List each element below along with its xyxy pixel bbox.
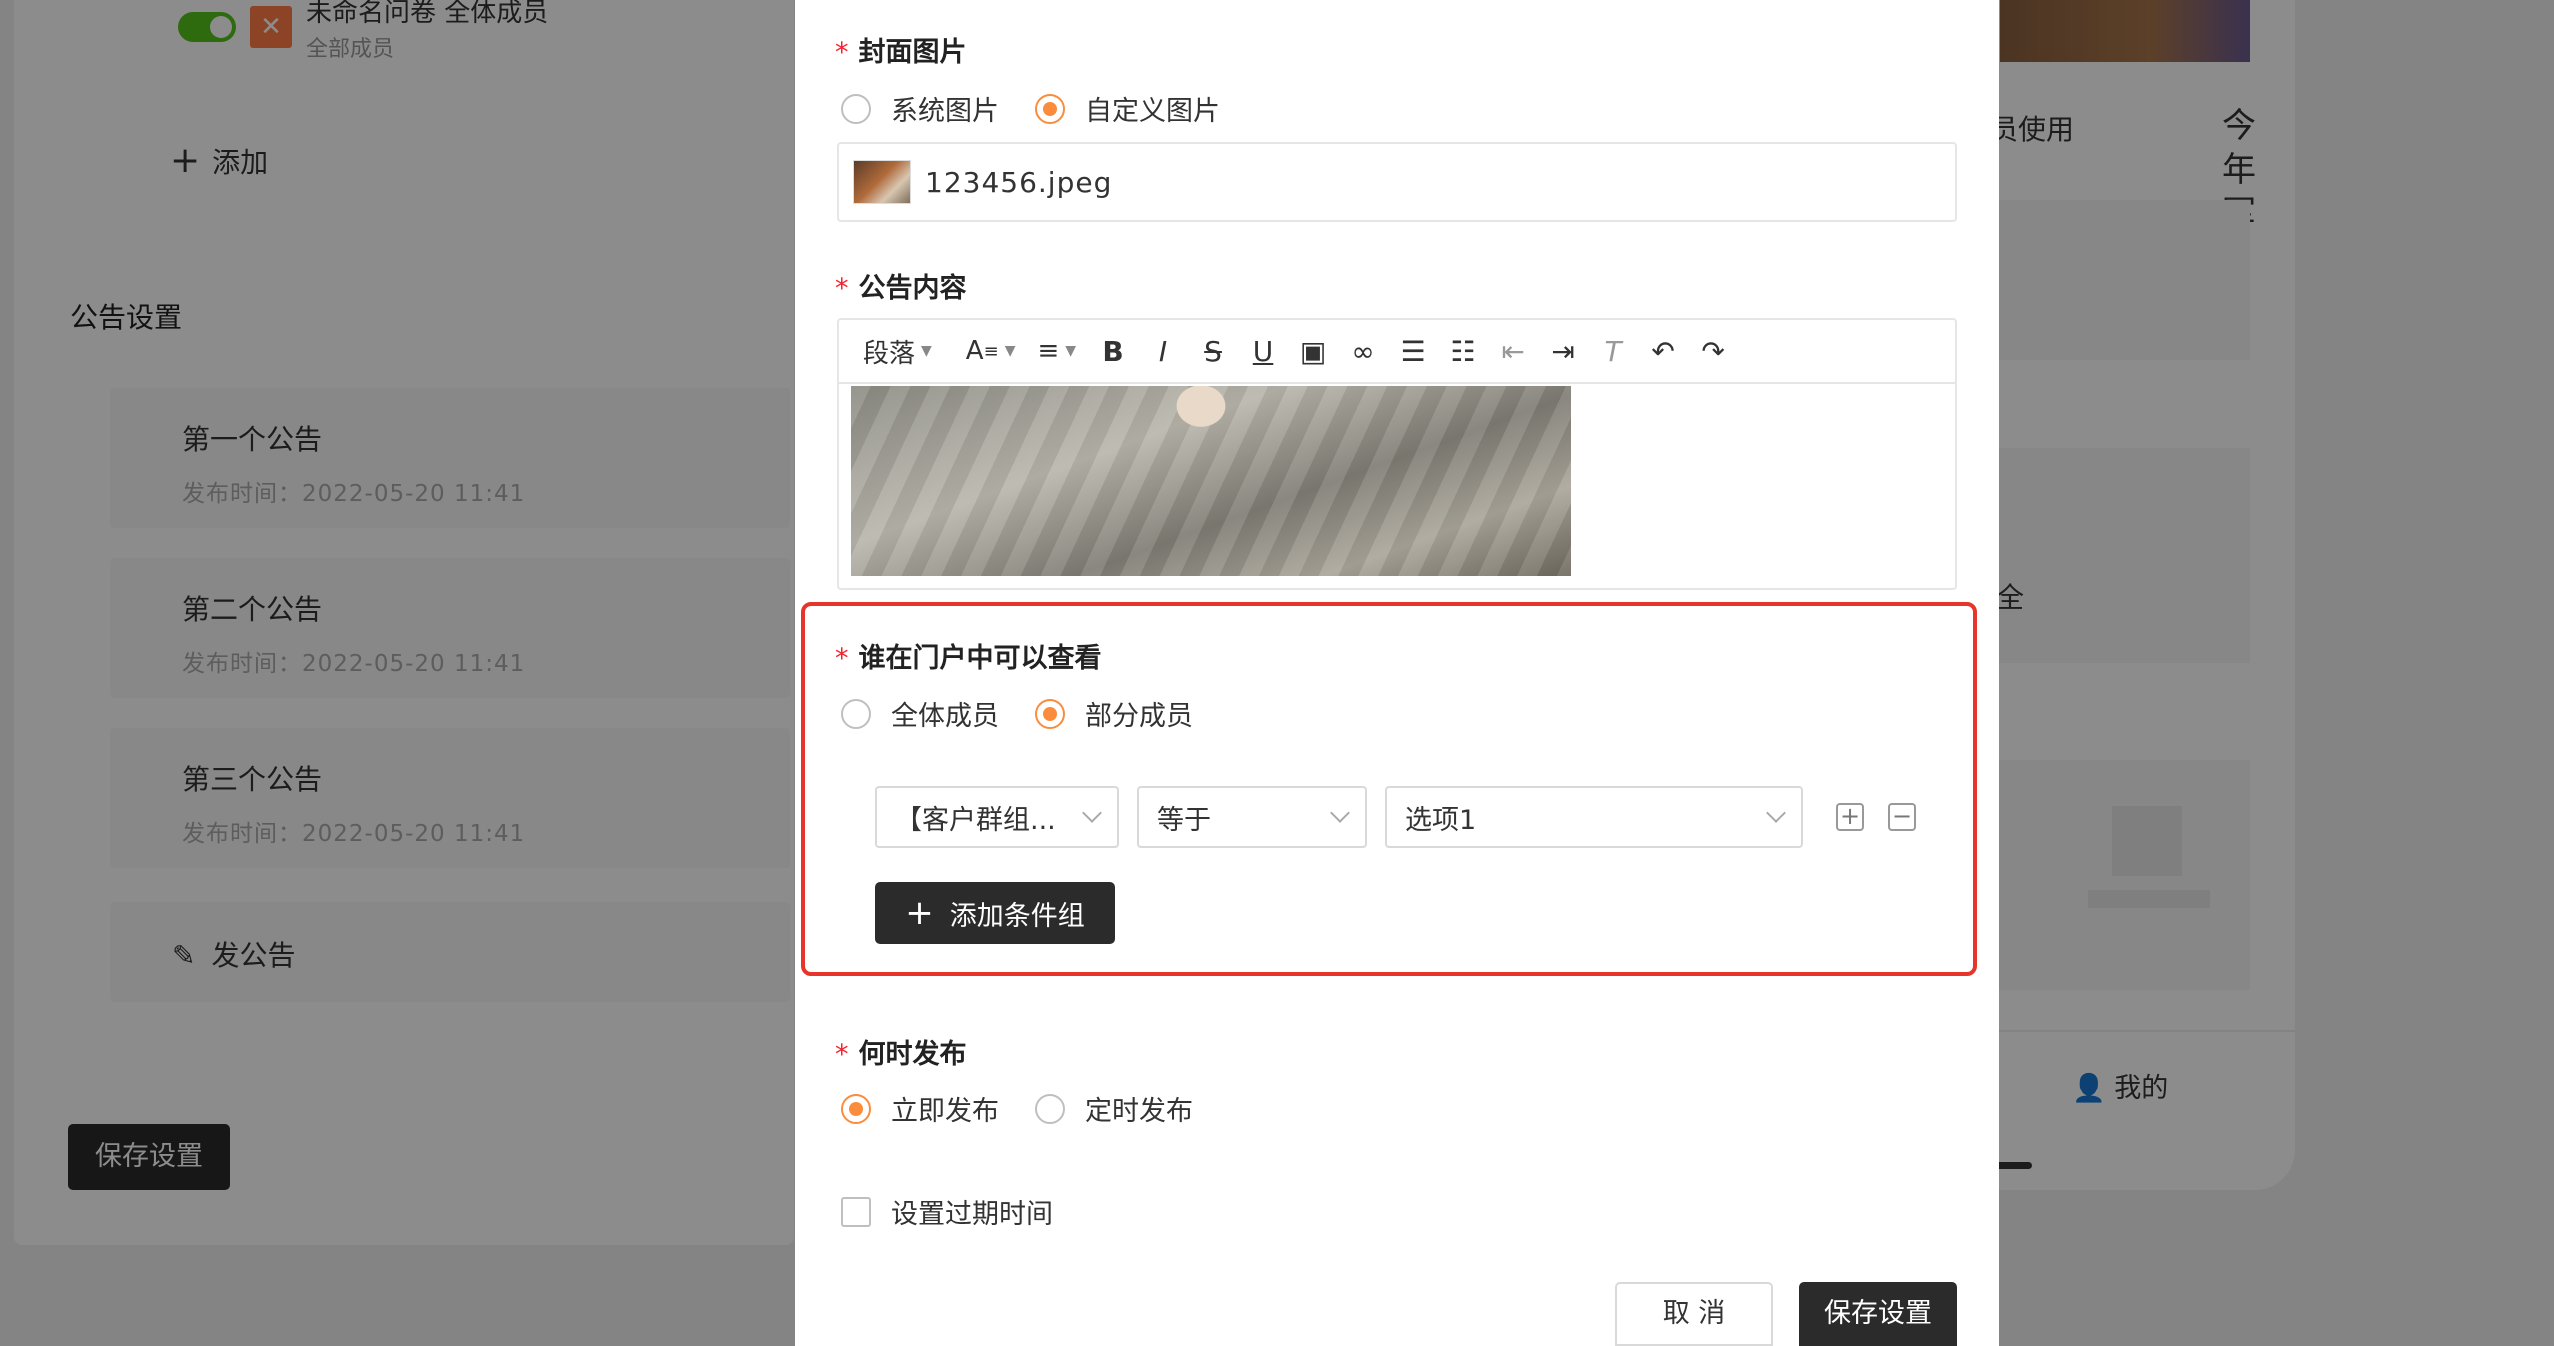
redo-icon[interactable]: ↷	[1698, 335, 1728, 368]
radio-dot-selected	[841, 1093, 871, 1124]
link-icon[interactable]: ∞	[1348, 335, 1378, 368]
visibility-label: * 谁在门户中可以查看	[835, 636, 1102, 675]
font-size-icon[interactable]: A ≡ ▼	[966, 336, 1016, 366]
publish-time-radio-group: 立即发布 定时发布	[841, 1089, 1229, 1128]
condition-field-select[interactable]: 【客户群组...	[875, 786, 1119, 848]
publish-time-label: * 何时发布	[835, 1032, 967, 1071]
add-condition-group-button[interactable]: + 添加条件组	[875, 882, 1115, 944]
clear-format-icon[interactable]: T	[1598, 335, 1628, 368]
chevron-down-icon	[1330, 803, 1350, 823]
radio-dot-selected	[1035, 93, 1065, 124]
select-value: 等于	[1157, 804, 1211, 836]
underline-icon[interactable]: U	[1248, 335, 1278, 368]
font-size-glyph: ≡	[983, 340, 999, 362]
select-value: 【客户群组...	[895, 804, 1056, 836]
radio-some-members[interactable]: 部分成员	[1035, 694, 1193, 733]
content-label: * 公告内容	[835, 266, 967, 305]
radio-publish-scheduled[interactable]: 定时发布	[1035, 1089, 1193, 1128]
expire-label: 设置过期时间	[891, 1199, 1053, 1230]
radio-publish-now[interactable]: 立即发布	[841, 1089, 999, 1128]
uploaded-file[interactable]: 123456.jpeg	[837, 142, 1957, 222]
radio-dot-selected	[1035, 698, 1065, 729]
caret-down-icon: ▼	[921, 343, 932, 359]
required-mark: *	[835, 643, 849, 674]
bold-icon[interactable]: B	[1098, 335, 1128, 368]
rich-text-editor[interactable]: 段落 ▼ A ≡ ▼ ≡ ▼ B I S U ▣ ∞ ☰ ☷ ⇤ ⇥ T ↶ ↷	[837, 318, 1957, 590]
bullet-list-icon[interactable]: ☷	[1448, 335, 1478, 368]
radio-custom-image[interactable]: 自定义图片	[1035, 89, 1220, 128]
publish-time-label-text: 何时发布	[858, 1039, 967, 1070]
add-group-label: 添加条件组	[949, 900, 1085, 932]
ordered-list-icon[interactable]: ☰	[1398, 335, 1428, 368]
caret-down-icon: ▼	[1004, 343, 1016, 359]
checkbox-box	[841, 1196, 871, 1227]
required-mark: *	[835, 1039, 849, 1070]
undo-icon[interactable]: ↶	[1648, 335, 1678, 368]
align-icon[interactable]: ≡ ▼	[1037, 336, 1076, 366]
visibility-label-text: 谁在门户中可以查看	[858, 643, 1102, 674]
file-name: 123456.jpeg	[925, 165, 1113, 199]
radio-label: 自定义图片	[1085, 96, 1220, 127]
chevron-down-icon	[1082, 803, 1102, 823]
content-label-text: 公告内容	[858, 273, 967, 304]
radio-label: 全体成员	[891, 701, 999, 732]
embedded-image[interactable]	[851, 386, 1571, 576]
visibility-radio-group: 全体成员 部分成员	[841, 694, 1229, 733]
cover-label: * 封面图片	[835, 30, 967, 69]
add-condition-icon[interactable]: +	[1836, 803, 1864, 831]
radio-label: 部分成员	[1085, 701, 1193, 732]
radio-label: 立即发布	[891, 1096, 999, 1127]
italic-icon[interactable]: I	[1148, 335, 1178, 368]
cancel-button[interactable]: 取 消	[1615, 1282, 1773, 1346]
radio-all-members[interactable]: 全体成员	[841, 694, 999, 733]
radio-dot	[1035, 1093, 1065, 1124]
radio-dot	[841, 698, 871, 729]
caret-down-icon: ▼	[1065, 343, 1077, 359]
radio-label: 定时发布	[1085, 1096, 1193, 1127]
strikethrough-icon[interactable]: S	[1198, 335, 1228, 368]
cover-label-text: 封面图片	[858, 37, 967, 68]
required-mark: *	[835, 273, 849, 304]
expire-checkbox[interactable]: 设置过期时间	[841, 1192, 1053, 1231]
file-thumbnail	[853, 160, 911, 204]
radio-dot	[841, 93, 871, 124]
save-button[interactable]: 保存设置	[1799, 1282, 1957, 1346]
outdent-icon[interactable]: ⇤	[1498, 335, 1528, 368]
required-mark: *	[835, 37, 849, 68]
notice-modal: * 封面图片 系统图片 自定义图片 123456.jpeg * 公告内容 段落 ▼ A…	[795, 0, 1999, 1346]
remove-condition-icon[interactable]: −	[1888, 803, 1916, 831]
condition-value-select[interactable]: 选项1	[1385, 786, 1803, 848]
radio-label: 系统图片	[891, 96, 999, 127]
radio-system-image[interactable]: 系统图片	[841, 89, 999, 128]
indent-icon[interactable]: ⇥	[1548, 335, 1578, 368]
condition-operator-select[interactable]: 等于	[1137, 786, 1367, 848]
cover-radio-group: 系统图片 自定义图片	[841, 89, 1256, 128]
image-icon[interactable]: ▣	[1298, 335, 1328, 368]
plus-icon: +	[905, 893, 934, 933]
select-value: 选项1	[1405, 804, 1477, 836]
paragraph-dropdown[interactable]: 段落 ▼	[863, 333, 932, 370]
editor-toolbar: 段落 ▼ A ≡ ▼ ≡ ▼ B I S U ▣ ∞ ☰ ☷ ⇤ ⇥ T ↶ ↷	[839, 320, 1955, 384]
paragraph-label: 段落	[863, 338, 916, 369]
chevron-down-icon	[1766, 803, 1786, 823]
